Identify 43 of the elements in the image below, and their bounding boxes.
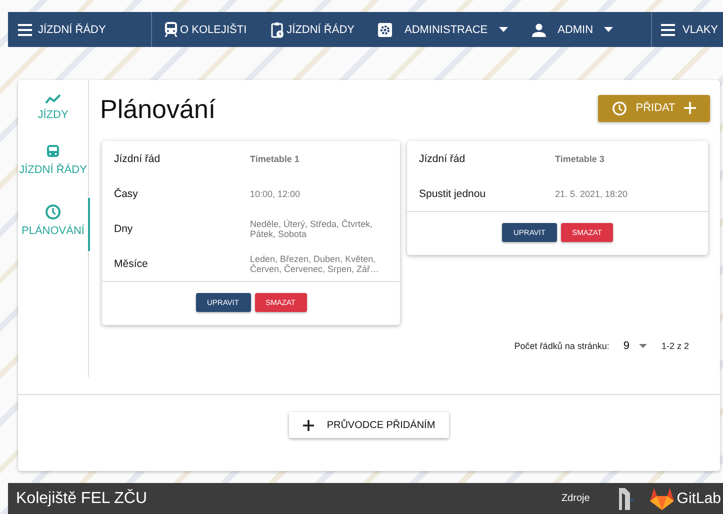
clock-icon (45, 204, 61, 220)
train-icon (47, 145, 59, 159)
gear-icon (378, 22, 392, 36)
caret-icon (639, 344, 648, 348)
clock-icon (612, 100, 627, 116)
field-value: 10:00, 12:00 (250, 188, 300, 198)
field-value: Timetable 3 (555, 154, 604, 164)
nav-item[interactable]: JÍZDNÍ ŘÁDY (270, 22, 354, 38)
wizard-button[interactable]: PRŮVODCE PŘIDÁNÍM (289, 412, 449, 438)
nav-item[interactable]: O KOLEJIŠTI (165, 22, 247, 37)
caret-icon (604, 27, 614, 32)
train-icon (165, 22, 177, 37)
nav-item[interactable]: ADMIN (532, 22, 614, 36)
person-icon (532, 22, 546, 36)
field-label: Jízdní řád (114, 152, 162, 164)
clipboard-clock-icon (270, 22, 284, 38)
caret-icon (498, 27, 508, 32)
field-value: Neděle, Úterý, Středa, Čtvrtek, Pátek, Sobota (250, 218, 374, 238)
page-range: 1-2 z 2 (661, 341, 689, 351)
gitlab-link[interactable]: GitLab (650, 488, 721, 510)
rows-per-page-select[interactable]: 9 (619, 340, 652, 352)
logo-icon (616, 488, 635, 510)
menu-icon (18, 24, 32, 36)
menu-icon (660, 24, 675, 36)
menu-button[interactable]: JÍZDNÍ ŘÁDY (18, 24, 106, 36)
field-label: Časy (114, 188, 139, 200)
trend-icon (45, 94, 61, 104)
fox-icon (650, 488, 674, 510)
field-value: Timetable 1 (250, 154, 300, 164)
sources-link[interactable]: Zdroje (561, 493, 590, 504)
plus-icon (302, 420, 314, 430)
field-label: Dny (114, 222, 134, 234)
field-value: Leden, Březen, Duben, Květen, Červen, Červenec, Srpen, Zář… (250, 254, 380, 274)
plus-icon (684, 102, 696, 114)
page-title: Plánování (100, 94, 216, 124)
rows-per-page-label: Počet řádků na stránku: (514, 341, 610, 351)
nav-item[interactable]: VLAKY (660, 24, 718, 36)
footer-title: Kolejiště FEL ZČU (16, 490, 148, 508)
field-label: Jízdní řád (419, 152, 466, 164)
nav-item[interactable]: ADMINISTRACE (378, 22, 508, 36)
field-label: Spustit jednou (419, 188, 487, 200)
field-value: 21. 5. 2021, 18:20 (555, 188, 628, 198)
field-label: Měsíce (114, 258, 149, 270)
